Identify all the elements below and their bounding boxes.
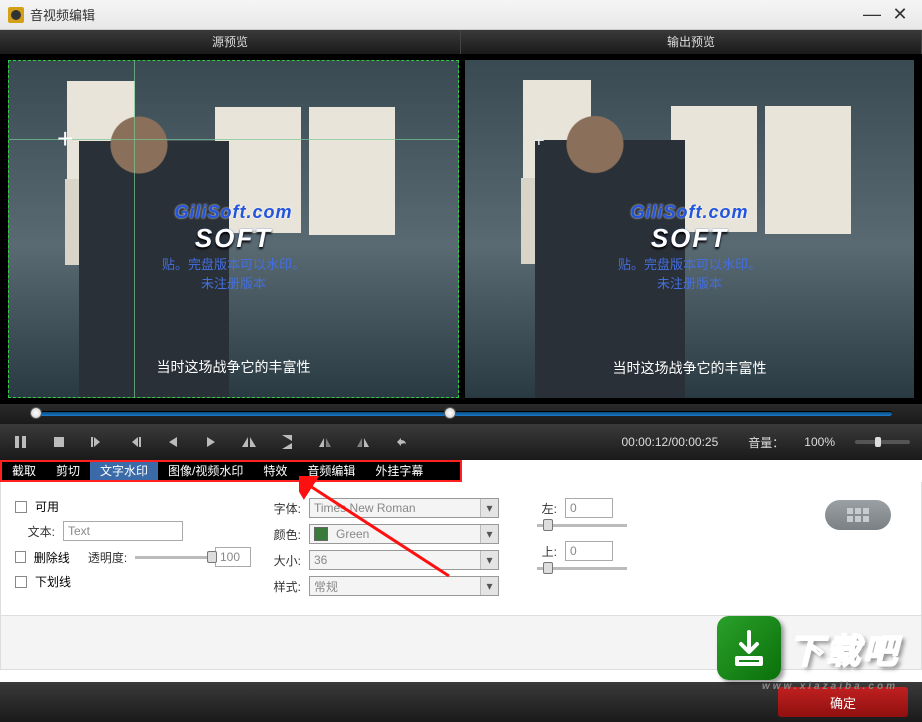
opacity-input[interactable] (215, 547, 251, 567)
enable-label: 可用 (35, 498, 59, 515)
chevron-down-icon: ▾ (480, 577, 498, 595)
size-label: 大小: (261, 552, 301, 569)
watermark-badge: 下载吧www.xiazaiba.com (717, 616, 900, 680)
underline-label: 下划线 (35, 573, 71, 590)
video-subtitle: 当时这场战争它的丰富性 (9, 357, 458, 377)
top-slider[interactable] (537, 567, 627, 570)
flip-vertical-button[interactable] (278, 433, 296, 451)
left-label: 左: (537, 500, 557, 517)
font-label: 字体: (261, 500, 301, 517)
left-slider[interactable] (537, 524, 627, 527)
seek-track[interactable] (30, 411, 892, 416)
opacity-label: 透明度: (87, 549, 127, 566)
style-label: 样式: (261, 578, 301, 595)
position-pad-button[interactable] (825, 500, 891, 530)
font-select[interactable]: Times New Roman▾ (309, 498, 499, 518)
tab-2[interactable]: 文字水印 (90, 462, 158, 480)
next-frame-button[interactable] (202, 433, 220, 451)
app-logo-icon (8, 7, 24, 23)
mark-in-button[interactable] (88, 433, 106, 451)
size-select[interactable]: 36▾ (309, 550, 499, 570)
rotate-right-button[interactable] (354, 433, 372, 451)
color-select[interactable]: Green▾ (309, 524, 499, 544)
chevron-down-icon: ▾ (480, 499, 498, 517)
text-input[interactable] (63, 521, 183, 541)
text-label: 文本: (15, 523, 55, 540)
tab-6[interactable]: 外挂字幕 (365, 462, 433, 480)
tab-bar: 截取剪切文字水印图像/视频水印特效音频编辑外挂字幕 (0, 460, 462, 482)
stop-button[interactable] (50, 433, 68, 451)
timecode: 00:00:12/00:00:25 (622, 435, 719, 449)
source-preview-pane[interactable]: + GiliSoft.com SOFT 贴。完盘版本可以水印。 未注册版本 当时… (8, 60, 459, 398)
undo-button[interactable] (392, 433, 410, 451)
output-preview-pane: + GiliSoft.com SOFT 贴。完盘版本可以水印。 未注册版本 当时… (465, 60, 914, 398)
mark-out-button[interactable] (126, 433, 144, 451)
seek-thumb-progress[interactable] (444, 407, 456, 419)
window-title: 音视频编辑 (30, 5, 858, 24)
minimize-button[interactable]: — (858, 4, 886, 25)
opacity-slider[interactable] (135, 556, 207, 559)
crosshair-icon: + (57, 123, 73, 155)
tab-4[interactable]: 特效 (253, 462, 297, 480)
tab-1[interactable]: 剪切 (46, 462, 90, 480)
tab-5[interactable]: 音频编辑 (297, 462, 365, 480)
download-icon (717, 616, 781, 680)
crop-guide-horizontal[interactable] (9, 139, 458, 140)
strikethrough-checkbox[interactable] (15, 551, 26, 563)
source-preview-label: 源预览 (0, 30, 461, 54)
underline-checkbox[interactable] (15, 576, 27, 588)
prev-frame-button[interactable] (164, 433, 182, 451)
seek-thumb[interactable] (30, 407, 42, 419)
volume-slider[interactable] (855, 440, 910, 444)
tab-0[interactable]: 截取 (2, 462, 46, 480)
top-label: 上: (537, 543, 557, 560)
color-label: 颜色: (261, 526, 301, 543)
chevron-down-icon: ▾ (480, 525, 498, 543)
volume-label: 音量： (748, 434, 784, 451)
enable-checkbox[interactable] (15, 501, 27, 513)
volume-percent: 100% (804, 435, 835, 449)
flip-horizontal-button[interactable] (240, 433, 258, 451)
output-preview-label: 输出预览 (461, 30, 922, 54)
close-button[interactable]: ✕ (886, 4, 914, 25)
style-select[interactable]: 常规▾ (309, 576, 499, 596)
crosshair-icon: + (533, 130, 545, 153)
chevron-down-icon: ▾ (480, 551, 498, 569)
left-input[interactable] (565, 498, 613, 518)
text-watermark-panel: 可用 文本: 删除线 透明度: 下划线 字体: Times New Roman▾… (0, 482, 922, 616)
top-input[interactable] (565, 541, 613, 561)
color-swatch-icon (314, 527, 328, 541)
rotate-left-button[interactable] (316, 433, 334, 451)
strikethrough-label: 删除线 (34, 549, 80, 566)
tab-3[interactable]: 图像/视频水印 (158, 462, 253, 480)
pause-button[interactable] (12, 433, 30, 451)
